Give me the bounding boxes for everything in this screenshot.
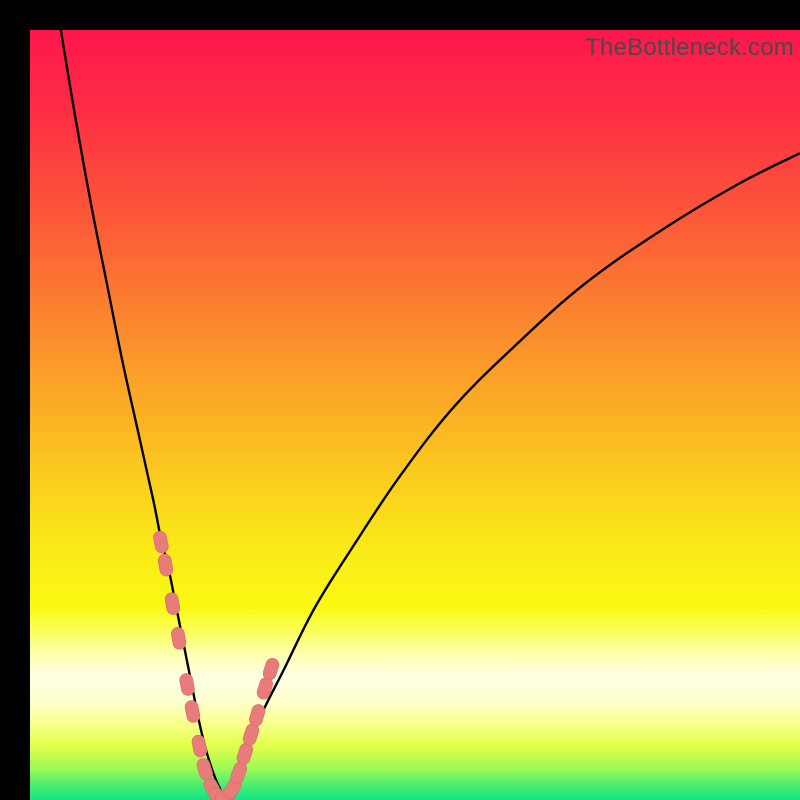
marker-pill <box>179 672 196 696</box>
marker-pill <box>164 592 181 616</box>
marker-pill <box>184 699 201 723</box>
marker-pill <box>191 734 208 758</box>
marker-group <box>152 530 280 800</box>
marker-pill <box>170 626 187 650</box>
bottleneck-curve <box>61 30 800 794</box>
marker-pill <box>152 530 169 554</box>
chart-frame: TheBottleneck.com <box>0 0 800 800</box>
marker-pill <box>157 553 174 577</box>
curve-layer <box>30 30 800 800</box>
plot-area: TheBottleneck.com <box>30 30 800 800</box>
